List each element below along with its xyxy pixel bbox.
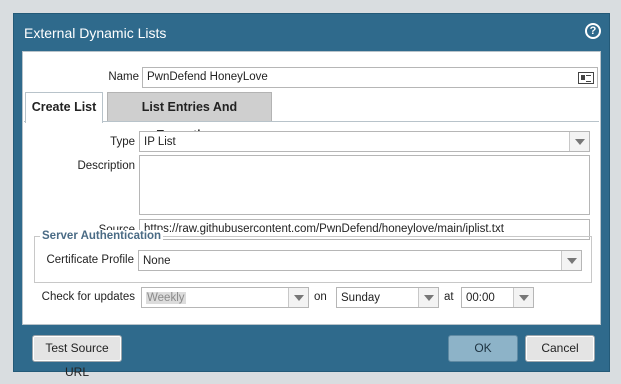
update-day-value: Sunday bbox=[341, 292, 381, 304]
dialog-title: External Dynamic Lists bbox=[24, 25, 167, 41]
type-select[interactable]: IP List bbox=[139, 131, 590, 152]
on-label: on bbox=[314, 291, 327, 303]
chevron-down-icon[interactable] bbox=[288, 288, 308, 307]
help-icon[interactable]: ? bbox=[585, 23, 601, 39]
tab-create-list[interactable]: Create List bbox=[25, 92, 103, 123]
name-value: PwnDefend HoneyLove bbox=[147, 71, 268, 83]
chevron-down-icon[interactable] bbox=[561, 251, 581, 270]
check-for-updates-label: Check for updates bbox=[41, 291, 135, 303]
chevron-down-icon[interactable] bbox=[513, 288, 533, 307]
dialog-titlebar: External Dynamic Lists ? bbox=[14, 14, 609, 50]
server-authentication-legend: Server Authentication bbox=[40, 230, 164, 242]
ok-button[interactable]: OK bbox=[448, 335, 518, 362]
name-label: Name bbox=[108, 71, 139, 83]
update-time-value: 00:00 bbox=[466, 292, 495, 304]
update-frequency-select[interactable]: Weekly bbox=[141, 287, 309, 308]
chevron-down-icon[interactable] bbox=[569, 132, 589, 151]
external-dynamic-lists-dialog: External Dynamic Lists ? Name PwnDefend … bbox=[13, 13, 610, 379]
update-day-select[interactable]: Sunday bbox=[336, 287, 439, 308]
chevron-down-icon[interactable] bbox=[418, 288, 438, 307]
update-time-select[interactable]: 00:00 bbox=[461, 287, 534, 308]
at-label: at bbox=[444, 291, 454, 303]
description-textarea[interactable] bbox=[139, 155, 590, 215]
tab-list-entries-and-exceptions[interactable]: List Entries And Exceptions bbox=[107, 92, 272, 142]
description-label: Description bbox=[77, 160, 135, 172]
certificate-profile-select[interactable]: None bbox=[138, 250, 582, 271]
form-panel: Name PwnDefend HoneyLove Create List Lis… bbox=[22, 51, 601, 325]
test-source-url-button[interactable]: Test Source URL bbox=[32, 335, 122, 379]
cancel-button[interactable]: Cancel bbox=[525, 335, 595, 362]
certificate-profile-label: Certificate Profile bbox=[46, 254, 134, 266]
name-input[interactable]: PwnDefend HoneyLove bbox=[142, 67, 598, 88]
update-frequency-value: Weekly bbox=[146, 292, 186, 304]
certificate-profile-value: None bbox=[143, 255, 171, 267]
type-label: Type bbox=[110, 136, 135, 148]
tab-divider bbox=[24, 121, 599, 122]
type-value: IP List bbox=[144, 136, 176, 148]
id-card-icon[interactable] bbox=[578, 72, 594, 84]
